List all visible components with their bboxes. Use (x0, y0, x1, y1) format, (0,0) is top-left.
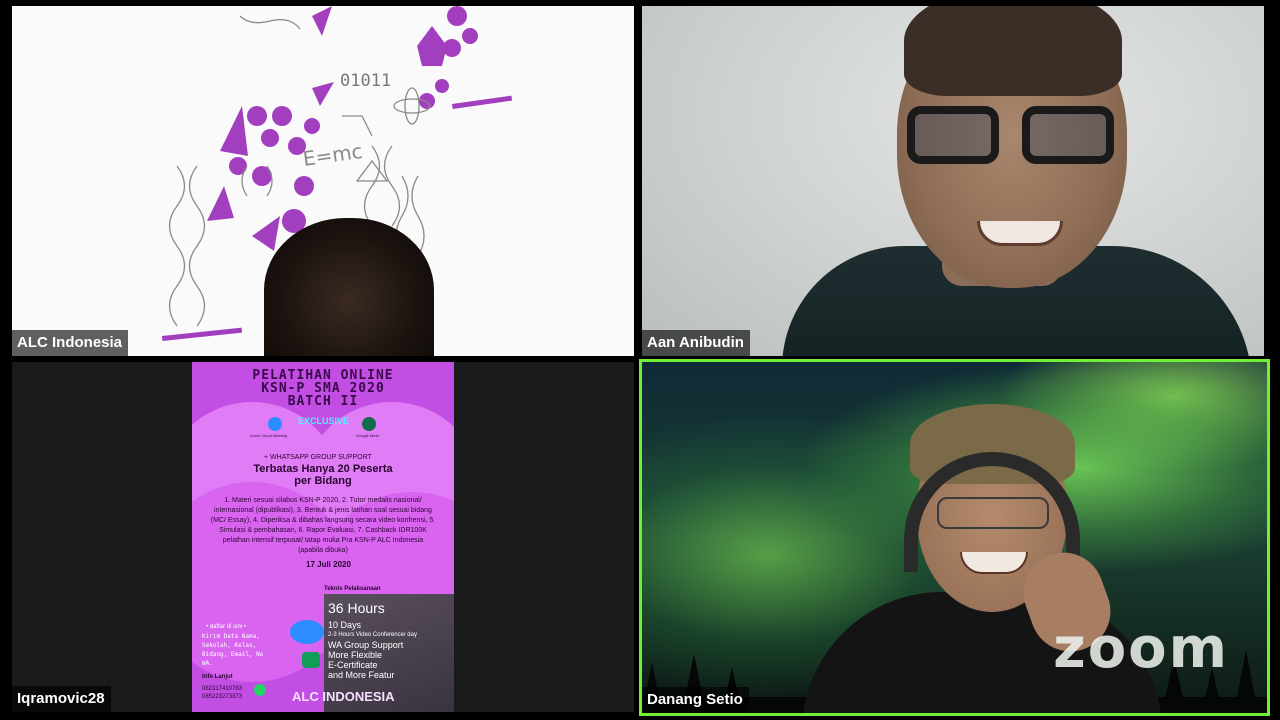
video-tile-iqramovic28[interactable]: PELATIHAN ONLINE KSN-P SMA 2020 BATCH II… (12, 362, 634, 712)
hour-line: WA Group Support (328, 640, 404, 650)
teknis-label: Teknis Pelaksanaan (324, 586, 381, 592)
shared-poster: PELATIHAN ONLINE KSN-P SMA 2020 BATCH II… (192, 362, 454, 712)
features-text: 1. Materi sesuai silabus KSN-P 2020, 2. … (210, 497, 436, 554)
participant-name: ALC Indonesia (12, 330, 129, 356)
daftar-label: • daftar di sini • (206, 624, 246, 630)
video-tile-alc-indonesia[interactable]: 01011 E=mc ALC Indonesia (12, 6, 634, 356)
person-smile (977, 221, 1063, 246)
hour-line: More Flexible (328, 650, 383, 660)
participant-name: Iqramovic28 (12, 686, 111, 712)
participant-name: Aan Anibudin (642, 330, 750, 356)
daftar-fields: Kirim Data Nama, Sekolah, Kelas, Bidang,… (202, 633, 264, 667)
meet-app-icon (362, 417, 376, 431)
event-date: 17 Juli 2020 (306, 560, 351, 569)
phone-number: 085223273373 (202, 694, 243, 700)
binary-text: 01011 (340, 71, 391, 91)
video-call-icon (290, 620, 324, 644)
hour-line: 10 Days (328, 620, 362, 630)
hour-line: and More Featur (328, 670, 395, 680)
formula-text: E=mc (301, 139, 364, 171)
person-hair (904, 6, 1122, 96)
zoom-watermark: zoom (1053, 616, 1229, 681)
video-tile-aan-anibudin[interactable]: Aan Anibudin (642, 6, 1264, 356)
video-tile-danang-setio[interactable]: zoom Danang Setio (639, 359, 1270, 716)
meet-icon (302, 652, 320, 668)
hour-details: 10 Days 2-3 Hours Video Conference/ day … (328, 620, 417, 680)
group-support-label: + WHATSAPP GROUP SUPPORT (264, 454, 372, 461)
zoom-app-icon (268, 417, 282, 431)
glasses-right-lens (1022, 106, 1114, 164)
hour-line: E-Certificate (328, 660, 378, 670)
poster-brand: ALC INDONESIA (292, 689, 395, 704)
phone-number: 082317410783 (202, 686, 243, 692)
hour-line: 2-3 Hours Video Conference/ day (328, 632, 417, 638)
whatsapp-icon (254, 684, 266, 696)
headline-line-2: per Bidang (294, 475, 352, 487)
meet-app-label: Google Meet (356, 433, 379, 438)
hours-label: 36 Hours (328, 600, 385, 616)
info-label: Info Lanjut (202, 674, 233, 680)
headline-line-1: Terbatas Hanya 20 Peserta (253, 463, 393, 475)
glasses-left-lens (907, 106, 999, 164)
participant-name: Danang Setio (642, 687, 749, 713)
presenter-silhouette (264, 218, 434, 356)
zoom-app-label: Zoom Cloud Meeting (250, 433, 288, 438)
poster-title-line-3: BATCH II (287, 394, 359, 409)
exclusive-label: EXCLUSIVE (298, 416, 350, 426)
person-glasses (937, 497, 1049, 529)
